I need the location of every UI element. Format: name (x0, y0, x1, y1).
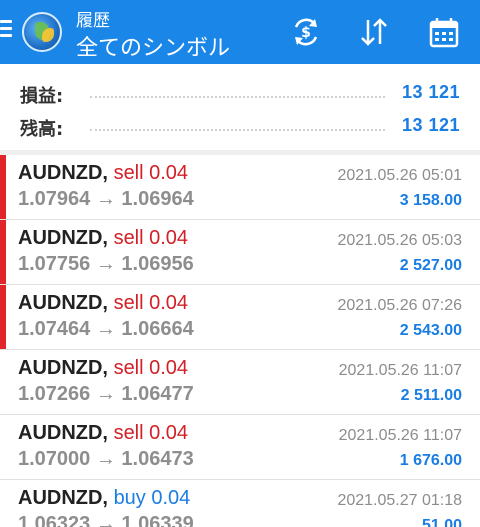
profit-row: 損益: 13 121 (0, 78, 480, 108)
trade-symbol: AUDNZD, sell 0.04 (18, 227, 189, 249)
trade-side: sell 0.04 (113, 292, 189, 314)
trade-list: AUDNZD, sell 0.04 1.07964 → 1.06964 2021… (0, 155, 480, 527)
profit-value: 13 121 (401, 82, 460, 102)
trade-prices: 1.07266 → 1.06477 (18, 383, 194, 405)
selection-marker (0, 285, 6, 349)
trade-time: 2021.05.26 05:03 (337, 232, 462, 249)
trade-time: 2021.05.26 05:01 (337, 167, 462, 184)
trade-side: sell 0.04 (113, 227, 189, 249)
trade-row[interactable]: AUDNZD, sell 0.04 1.07756 → 1.06956 2021… (0, 220, 480, 285)
trade-prices: 1.07756 → 1.06956 (18, 253, 194, 275)
svg-text:$: $ (301, 25, 311, 41)
app-toolbar: 履歴 全てのシンボル $ (0, 0, 480, 64)
trade-profit: 2 527.00 (399, 257, 462, 274)
dotted-leader (90, 96, 385, 98)
menu-icon[interactable] (0, 20, 14, 40)
trade-row[interactable]: AUDNZD, sell 0.04 1.07266 → 1.06477 2021… (0, 350, 480, 415)
trade-time: 2021.05.26 11:07 (338, 362, 462, 379)
trade-profit: 2 511.00 (400, 387, 462, 404)
selection-marker (0, 155, 6, 219)
trade-row[interactable]: AUDNZD, buy 0.04 1.06323 → 1.06339 2021.… (0, 480, 480, 527)
summary-panel: 損益: 13 121 残高: 13 121 (0, 64, 480, 150)
calendar-icon[interactable] (426, 14, 462, 50)
balance-row: 残高: 13 121 (0, 111, 480, 141)
trade-profit: 3 158.00 (399, 192, 462, 209)
app-logo (22, 12, 62, 52)
sort-icon[interactable] (356, 14, 392, 50)
toolbar-title[interactable]: 全てのシンボル (76, 30, 230, 62)
trade-prices: 1.06323 → 1.06339 (18, 513, 194, 527)
trade-time: 2021.05.27 01:18 (337, 492, 462, 509)
dotted-leader (90, 129, 385, 131)
trade-symbol: AUDNZD, buy 0.04 (18, 487, 191, 509)
trade-side: sell 0.04 (113, 162, 189, 184)
trade-prices: 1.07000 → 1.06473 (18, 448, 194, 470)
trade-side: buy 0.04 (113, 487, 191, 509)
trade-time: 2021.05.26 11:07 (338, 427, 462, 444)
trade-symbol: AUDNZD, sell 0.04 (18, 162, 189, 184)
trade-row[interactable]: AUDNZD, sell 0.04 1.07464 → 1.06664 2021… (0, 285, 480, 350)
trade-time: 2021.05.26 07:26 (337, 297, 462, 314)
trade-row[interactable]: AUDNZD, sell 0.04 1.07964 → 1.06964 2021… (0, 155, 480, 220)
trade-profit: 2 543.00 (399, 322, 462, 339)
profit-label: 損益: (20, 86, 64, 107)
toolbar-subtitle: 履歴 (76, 11, 110, 31)
balance-value: 13 121 (401, 115, 460, 135)
trade-symbol: AUDNZD, sell 0.04 (18, 422, 189, 444)
trade-symbol: AUDNZD, sell 0.04 (18, 357, 189, 379)
trade-prices: 1.07464 → 1.06664 (18, 318, 194, 340)
currency-exchange-icon[interactable]: $ (288, 14, 324, 50)
selection-marker (0, 220, 6, 284)
balance-label: 残高: (20, 119, 64, 140)
trade-side: sell 0.04 (113, 357, 189, 379)
trade-row[interactable]: AUDNZD, sell 0.04 1.07000 → 1.06473 2021… (0, 415, 480, 480)
trade-profit: 1 676.00 (399, 452, 462, 469)
trade-symbol: AUDNZD, sell 0.04 (18, 292, 189, 314)
trade-prices: 1.07964 → 1.06964 (18, 188, 194, 210)
trade-profit: 51.00 (421, 517, 462, 527)
trade-side: sell 0.04 (113, 422, 189, 444)
